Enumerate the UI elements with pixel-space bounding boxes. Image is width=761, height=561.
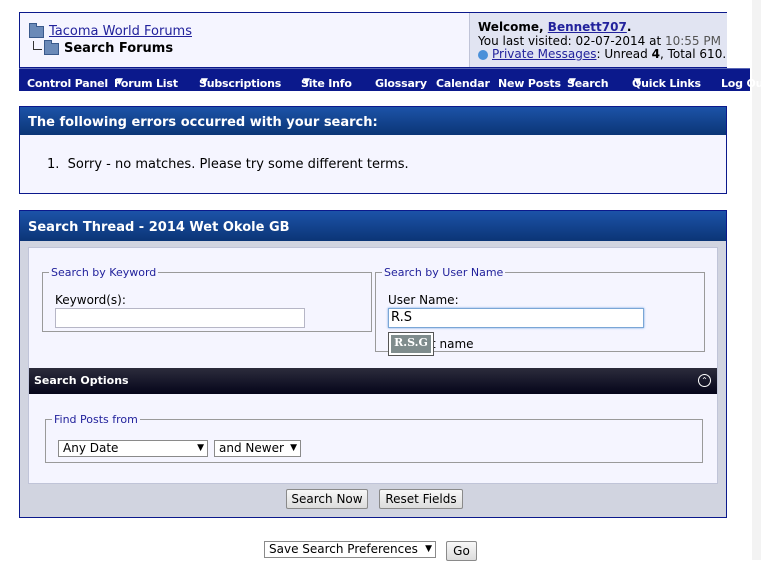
header-box: Tacoma World Forums Search Forums Welcom… bbox=[19, 12, 727, 68]
error-item: 1. Sorry - no matches. Please try some d… bbox=[47, 157, 409, 172]
chevron-down-icon: ▼ bbox=[197, 443, 204, 453]
username-link[interactable]: Bennett707 bbox=[548, 20, 627, 34]
chevron-down-icon: ▼ bbox=[634, 77, 641, 87]
autocomplete-suggestion[interactable]: R.S.G bbox=[388, 332, 434, 356]
find-posts-legend: Find Posts from bbox=[54, 413, 138, 426]
search-form: Search by Keyword Keyword(s): Search by … bbox=[28, 247, 718, 484]
exact-name-label: t name bbox=[431, 337, 474, 351]
folder-icon bbox=[29, 22, 44, 38]
search-options-header[interactable]: Search Options ⌃ bbox=[29, 368, 717, 394]
breadcrumb: Tacoma World Forums Search Forums bbox=[20, 13, 469, 67]
chevron-down-icon: ▼ bbox=[425, 544, 432, 554]
collapse-icon[interactable]: ⌃ bbox=[698, 374, 711, 387]
private-messages-link[interactable]: Private Messages bbox=[492, 47, 597, 61]
username-input[interactable]: R.S bbox=[388, 308, 644, 328]
breadcrumb-current: Search Forums bbox=[33, 39, 174, 56]
welcome-line: Welcome, Bennett707. bbox=[478, 20, 632, 34]
date-select[interactable]: Any Date ▼ bbox=[58, 440, 208, 457]
error-header: The following errors occurred with your … bbox=[20, 107, 726, 135]
main-navbar: Control Panel Forum List ▼ Subscriptions ▼… bbox=[19, 68, 761, 91]
search-panel-header: Search Thread - 2014 Wet Okole GB bbox=[20, 211, 726, 241]
keyword-label: Keyword(s): bbox=[55, 293, 126, 307]
folder-open-icon bbox=[44, 39, 59, 55]
private-messages-line: Private Messages: Unread 4, Total 610. bbox=[478, 47, 726, 61]
username-fieldset: Search by User Name User Name: R.S t nam… bbox=[375, 266, 705, 356]
chevron-down-icon: ▼ bbox=[201, 77, 208, 87]
newer-select[interactable]: and Newer ▼ bbox=[214, 440, 301, 457]
welcome-panel: Welcome, Bennett707. You last visited: 0… bbox=[469, 13, 727, 67]
keyword-legend: Search by Keyword bbox=[51, 266, 157, 279]
find-posts-fieldset: Find Posts from Any Date ▼ and Newer ▼ bbox=[45, 413, 703, 463]
search-now-button[interactable]: Search Now bbox=[286, 489, 368, 509]
username-legend: Search by User Name bbox=[384, 266, 504, 279]
breadcrumb-forum-link[interactable]: Tacoma World Forums bbox=[49, 24, 192, 39]
chevron-down-icon: ▼ bbox=[116, 77, 123, 87]
chevron-down-icon: ▼ bbox=[569, 77, 576, 87]
reset-fields-button[interactable]: Reset Fields bbox=[379, 489, 463, 509]
error-box: The following errors occurred with your … bbox=[19, 106, 727, 194]
last-visited: You last visited: 02-07-2014 at 10:55 PM bbox=[478, 34, 721, 48]
page-title: Search Forums bbox=[64, 41, 174, 56]
keyword-fieldset: Search by Keyword Keyword(s): bbox=[42, 266, 372, 332]
go-button[interactable]: Go bbox=[446, 541, 477, 561]
keyword-input[interactable] bbox=[55, 308, 305, 328]
chevron-down-icon: ▼ bbox=[290, 443, 297, 453]
search-preferences-select[interactable]: Save Search Preferences ▼ bbox=[264, 541, 436, 558]
search-panel: Search Thread - 2014 Wet Okole GB Search… bbox=[19, 210, 727, 518]
breadcrumb-forum[interactable]: Tacoma World Forums bbox=[29, 22, 192, 39]
chevron-down-icon: ▼ bbox=[303, 77, 310, 87]
tree-branch-icon bbox=[33, 41, 42, 50]
private-message-icon bbox=[478, 49, 488, 60]
username-label: User Name: bbox=[388, 293, 459, 307]
